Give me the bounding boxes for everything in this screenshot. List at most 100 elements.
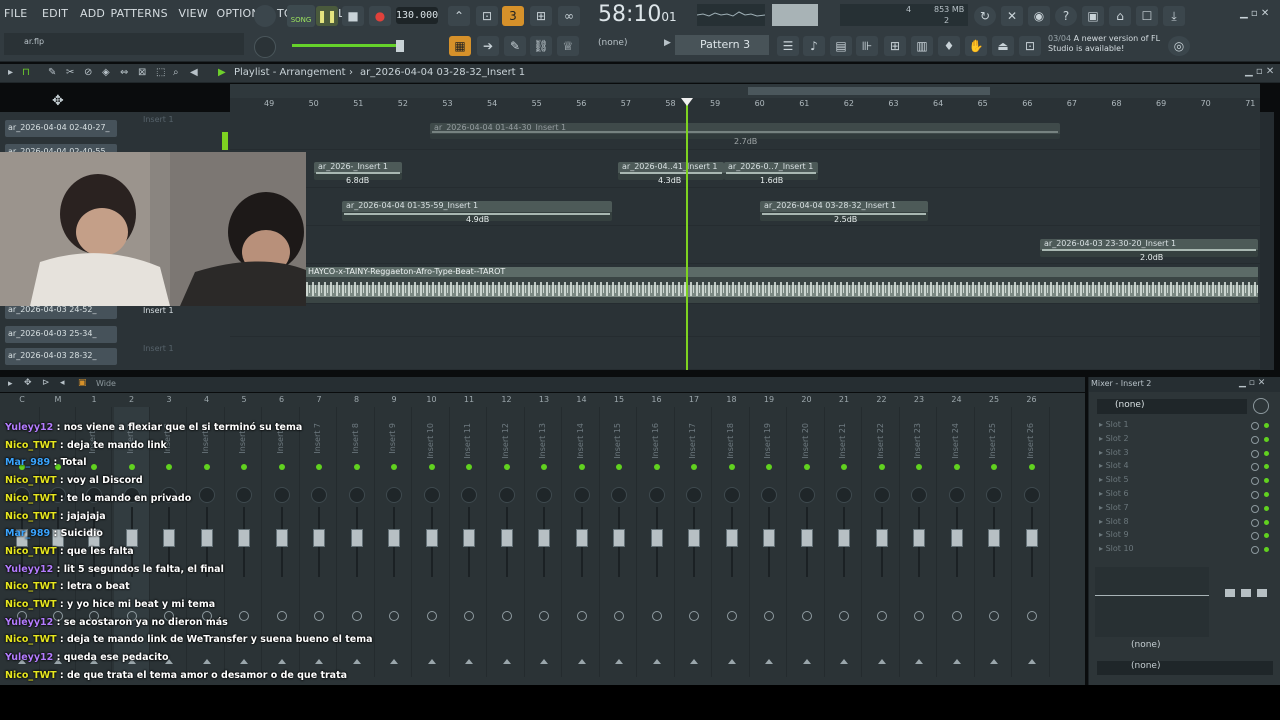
volume-fader[interactable] [800,529,813,547]
mute-led[interactable] [1028,464,1035,470]
send-arrow-icon[interactable] [990,659,998,664]
send-arrow-icon[interactable] [915,659,923,664]
menu-patterns[interactable]: PATTERNS [111,7,168,20]
pan-knob[interactable] [723,487,740,503]
send-out-select[interactable]: (none) [1097,661,1273,675]
mixer-link-icon[interactable]: ⊳ [42,378,50,388]
refresh-icon[interactable]: ↻ [974,6,996,26]
volume-fader[interactable] [688,529,700,547]
effect-slot[interactable]: ▸ Slot 10 [1099,544,1269,557]
mute-led[interactable] [878,464,885,470]
pan-knob[interactable] [798,487,815,503]
volume-fader[interactable] [950,529,963,547]
volume-fader[interactable] [838,529,850,547]
slot-mix-knob[interactable] [1251,477,1259,486]
effect-slot[interactable]: ▸ Slot 4 [1099,461,1269,474]
move-tool-icon[interactable]: ✥ [52,93,64,109]
insert-window-controls[interactable]: ▁ ▫ ✕ [1239,378,1265,388]
fader-handle[interactable] [1257,589,1267,597]
pan-knob[interactable] [836,487,852,503]
pattern-prev-arrow[interactable]: ▶ [664,38,671,48]
insert-faders[interactable] [1223,567,1269,637]
slot-enable-led[interactable] [1264,492,1269,497]
pan-knob[interactable] [536,487,552,503]
volume-fader[interactable] [538,529,550,547]
send-arrow-icon[interactable] [502,659,511,664]
mixer-strip[interactable]: 16 Insert 16 [639,395,675,677]
pan-knob[interactable] [1023,487,1040,503]
mute-led[interactable] [916,464,922,470]
mixer-strip[interactable]: 12 Insert 12 [489,395,525,677]
mixer-strip[interactable]: 26 Insert 26 [1014,395,1050,677]
send-arrow-icon[interactable] [615,659,623,664]
pan-knob[interactable] [948,487,965,503]
help-icon[interactable]: ? [1055,6,1077,26]
metronome-icon[interactable]: ⌃ [448,6,470,26]
send-arrow-icon[interactable] [802,659,811,664]
volume-fader[interactable] [913,529,925,547]
playlist-tracks[interactable]: ar_2026-04-04 01-44-30_Insert 1 2.7dB ar… [230,98,1260,370]
route-icon[interactable] [839,611,849,621]
volume-fader[interactable] [650,529,663,547]
pause-button[interactable]: ❚❚ [316,6,338,26]
mute-led[interactable] [803,464,810,470]
pan-knob[interactable] [386,487,402,503]
mute-led[interactable] [691,464,697,470]
send-arrow-icon[interactable] [690,659,698,664]
window-controls[interactable]: ▁ ▫ ✕ [1240,8,1278,22]
route-icon[interactable] [464,611,474,621]
route-icon[interactable] [651,611,662,621]
insert-input-select[interactable]: (none) [1097,399,1247,414]
send-arrow-icon[interactable] [877,659,886,664]
route-icon[interactable] [426,611,437,621]
slot-mix-knob[interactable] [1251,422,1259,430]
slot-enable-led[interactable] [1264,505,1269,511]
shop-icon[interactable]: ⊡ [1019,36,1041,56]
pan-knob[interactable] [686,487,702,503]
browser-icon[interactable]: ⊞ [884,36,906,56]
route-icon[interactable] [914,611,924,621]
brush-tool-icon[interactable]: ✂ [66,67,74,78]
wait-input-icon[interactable]: ⊡ [476,6,498,26]
track-lane[interactable] [230,337,1260,370]
picker-clip-item[interactable]: ar_2026-04-04 02-40-27_ [5,120,117,137]
effect-slot[interactable]: ▸ Slot 9 [1099,530,1269,543]
play-icon[interactable]: ▶ [218,67,226,78]
slot-mix-knob[interactable] [1251,504,1259,513]
slip-tool-icon[interactable]: ⇔ [120,67,128,78]
arrow-right-icon[interactable]: ➔ [477,36,499,56]
volume-fader[interactable] [500,529,513,547]
route-icon[interactable] [989,611,999,621]
mixer-strip[interactable]: 10 Insert 10 [414,395,450,677]
volume-fader[interactable] [875,529,888,547]
eq-panel[interactable] [1095,567,1209,637]
mute-led[interactable] [578,464,585,470]
slot-enable-led[interactable] [1264,450,1269,456]
effect-slot[interactable]: ▸ Slot 1 [1099,420,1269,433]
pan-knob[interactable] [611,487,627,503]
audio-clip[interactable]: ar_2026-04-04 03-28-32_Insert 1 2.5dB [760,201,928,224]
slice-tool-icon[interactable]: ⊠ [138,67,146,78]
mixer-strip[interactable]: 20 Insert 20 [789,395,825,677]
mixer-strip[interactable]: 9 Insert 9 [376,395,412,677]
audio-clip[interactable]: ar_2026-04-03 23-30-20_Insert 1 2.0dB [1040,239,1258,262]
track-label[interactable]: Insert 1 [143,115,174,124]
mute-led[interactable] [541,464,547,470]
audio-clip[interactable]: ar_2026-04..41_Insert 1 4.3dB [618,162,724,185]
mute-led[interactable] [841,464,847,470]
slot-mix-knob[interactable] [1251,491,1259,499]
playlist-icon[interactable]: ☰ [777,36,799,56]
slot-enable-led[interactable] [1264,423,1269,428]
insert-settings-icon[interactable] [1253,398,1269,414]
mixer-strip[interactable]: 11 Insert 11 [451,395,487,677]
menu-arrow-icon[interactable]: ▸ [8,67,13,78]
mixer-strip[interactable]: 17 Insert 17 [676,395,712,677]
send-arrow-icon[interactable] [765,659,773,664]
mute-led[interactable] [353,464,360,470]
tools-icon[interactable]: ✕ [1001,6,1023,26]
pan-knob[interactable] [873,487,890,503]
send-arrow-icon[interactable] [540,659,548,664]
mute-led[interactable] [653,464,660,470]
picker-clip-item[interactable]: ar_2026-04-03 25-34_ [5,326,117,343]
pat-song-knob[interactable] [254,5,276,27]
